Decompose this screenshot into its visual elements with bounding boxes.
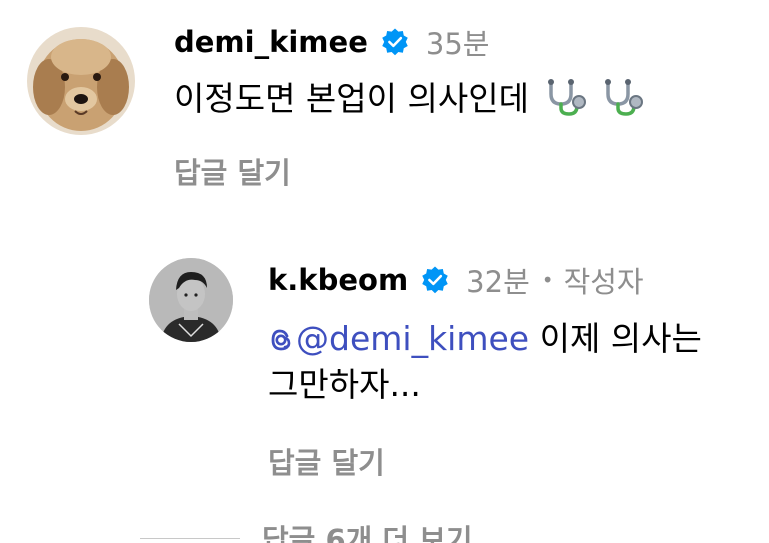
verified-badge-icon (380, 27, 410, 57)
comment-header: demi_kimee 35분 (174, 22, 489, 62)
reply-time: 32분 (466, 265, 530, 299)
avatar[interactable] (27, 27, 135, 135)
reply-text-line2: 그만하자... (268, 365, 421, 405)
author-badge: 작성자 (563, 265, 644, 299)
reply-button[interactable]: 답글 달기 (268, 440, 385, 482)
mention-text: @demi_kimee (296, 319, 530, 358)
verified-badge-icon (420, 265, 450, 295)
stethoscope-emoji-icon (543, 78, 589, 128)
comment-text: 이정도면 본업이 의사인데 (174, 78, 646, 128)
person-avatar-icon (149, 258, 233, 342)
view-more-replies-button[interactable]: 답글 6개 더 보기 (140, 518, 473, 543)
username[interactable]: demi_kimee (174, 25, 368, 59)
reply-k-kbeom: k.kbeom 32분 • 작성자 @demi_kimee 이제 의사는 그만하… (0, 240, 769, 490)
reply-text-line1: 이제 의사는 (529, 319, 702, 358)
reply-header: k.kbeom 32분 • 작성자 (268, 260, 644, 300)
view-more-replies-label: 답글 6개 더 보기 (262, 523, 473, 543)
reply-text: @demi_kimee 이제 의사는 그만하자... (268, 318, 748, 406)
stethoscope-emoji-icon (600, 78, 646, 128)
separator-dot: • (541, 268, 554, 292)
mention-link[interactable]: @demi_kimee (268, 319, 529, 358)
threads-at-icon (268, 322, 294, 364)
avatar[interactable] (149, 258, 233, 342)
divider-line (140, 537, 240, 539)
comment-demi-kimee: demi_kimee 35분 이정도면 본업이 의사인데 답글 달기 (0, 0, 769, 200)
comment-text-content: 이정도면 본업이 의사인데 (174, 79, 529, 118)
comment-time: 35분 (425, 27, 490, 61)
reply-button[interactable]: 답글 달기 (174, 150, 291, 192)
dog-avatar-icon (27, 27, 135, 135)
comments-thread: demi_kimee 35분 이정도면 본업이 의사인데 답글 달기 k.kbe… (0, 0, 769, 543)
username[interactable]: k.kbeom (268, 263, 408, 297)
